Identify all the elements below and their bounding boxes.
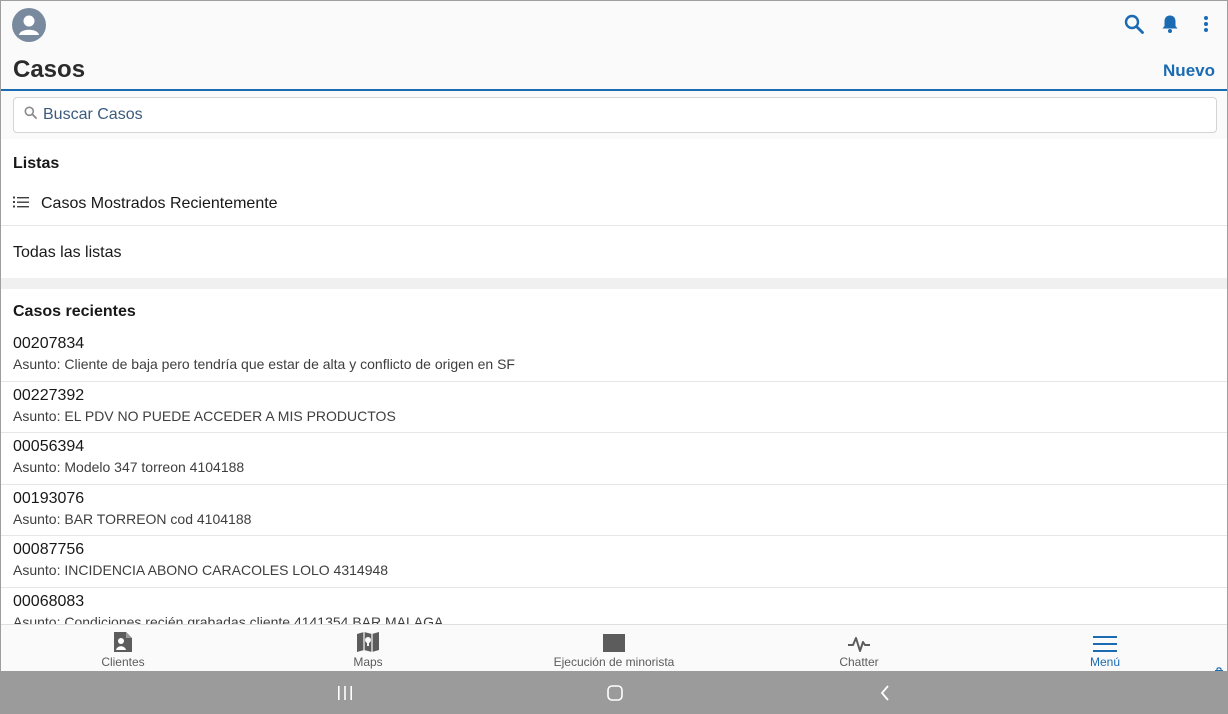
case-subject: Asunto: BAR TORREON cod 4104188: [13, 510, 252, 527]
new-button[interactable]: Nuevo: [1163, 61, 1215, 81]
map-icon: [356, 625, 380, 653]
lists-heading: Listas: [13, 155, 60, 172]
search-input[interactable]: [43, 106, 1193, 124]
section-divider: [1, 278, 1227, 289]
hamburger-menu-icon: [1093, 625, 1117, 653]
case-number: 00087756: [13, 541, 85, 558]
case-subject: Asunto: Condiciones recién grabadas clie…: [13, 613, 444, 625]
case-number: 00193076: [13, 489, 85, 507]
bottom-tab-bar: Clientes Maps Ejecución de minorista Cha…: [1, 624, 1227, 675]
case-subject: Asunto: INCIDENCIA ABONO CARACOLES LOLO …: [13, 562, 389, 578]
bell-icon[interactable]: [1159, 13, 1181, 35]
pulse-icon: [847, 625, 871, 653]
more-vertical-icon[interactable]: [1195, 13, 1217, 35]
retail-icon: [602, 625, 626, 653]
tab-chatter[interactable]: Chatter: [779, 625, 939, 673]
case-number: 00056394: [13, 438, 85, 455]
case-subject: Asunto: Cliente de baja pero tendría que…: [13, 356, 515, 372]
tab-label: Ejecución de minorista: [553, 655, 675, 669]
search-bar: [1, 91, 1227, 139]
lock-icon: [1214, 662, 1224, 675]
list-item-label: Casos Mostrados Recientemente: [41, 195, 278, 212]
search-icon[interactable]: [1123, 13, 1145, 35]
case-row[interactable]: 00193076 Asunto: BAR TORREON cod 4104188: [1, 485, 1227, 536]
page-title: Casos: [13, 56, 86, 83]
header-actions: [1123, 13, 1217, 35]
tab-menu[interactable]: Menú: [1025, 625, 1185, 673]
tab-label: Clientes: [101, 655, 145, 669]
list-icon: [13, 195, 29, 213]
case-row[interactable]: 00087756 Asunto: INCIDENCIA ABONO CARACO…: [1, 536, 1227, 588]
recent-cases-list: 00207834 Asunto: Cliente de baja pero te…: [1, 330, 1227, 624]
list-item-label: Todas las listas: [13, 243, 122, 261]
app-screen: Casos Nuevo Listas Casos Mostrados Recie…: [0, 0, 1228, 714]
search-box[interactable]: [13, 97, 1217, 133]
case-subject: Asunto: Modelo 347 torreon 4104188: [13, 459, 245, 475]
case-number: 00068083: [13, 592, 85, 610]
list-item-recently-viewed[interactable]: Casos Mostrados Recientemente: [1, 183, 1227, 226]
tab-maps[interactable]: Maps: [288, 625, 448, 673]
case-subject: Asunto: EL PDV NO PUEDE ACCEDER A MIS PR…: [13, 407, 396, 424]
tab-label: Maps: [353, 655, 383, 669]
search-icon: [24, 106, 37, 124]
case-number: 00227392: [13, 386, 85, 404]
avatar-icon[interactable]: [12, 8, 46, 42]
case-row[interactable]: 00056394 Asunto: Modelo 347 torreon 4104…: [1, 433, 1227, 485]
clients-icon: [113, 625, 133, 653]
list-item-all-lists[interactable]: Todas las listas: [1, 227, 1227, 278]
back-icon[interactable]: [870, 681, 900, 705]
recent-cases-heading: Casos recientes: [13, 303, 136, 320]
case-row[interactable]: 00227392 Asunto: EL PDV NO PUEDE ACCEDER…: [1, 382, 1227, 433]
android-nav-bar: [0, 671, 1228, 714]
case-row[interactable]: 00068083 Asunto: Condiciones recién grab…: [1, 588, 1227, 625]
case-number: 00207834: [13, 335, 85, 352]
recent-apps-icon[interactable]: [330, 681, 360, 705]
tab-label: Chatter: [839, 655, 879, 669]
home-icon[interactable]: [600, 681, 630, 705]
tab-retail-execution[interactable]: Ejecución de minorista: [534, 625, 694, 673]
tab-label: Menú: [1089, 655, 1121, 669]
case-row[interactable]: 00207834 Asunto: Cliente de baja pero te…: [1, 330, 1227, 382]
tab-clientes[interactable]: Clientes: [43, 625, 203, 673]
app-header: Casos Nuevo: [1, 1, 1227, 91]
